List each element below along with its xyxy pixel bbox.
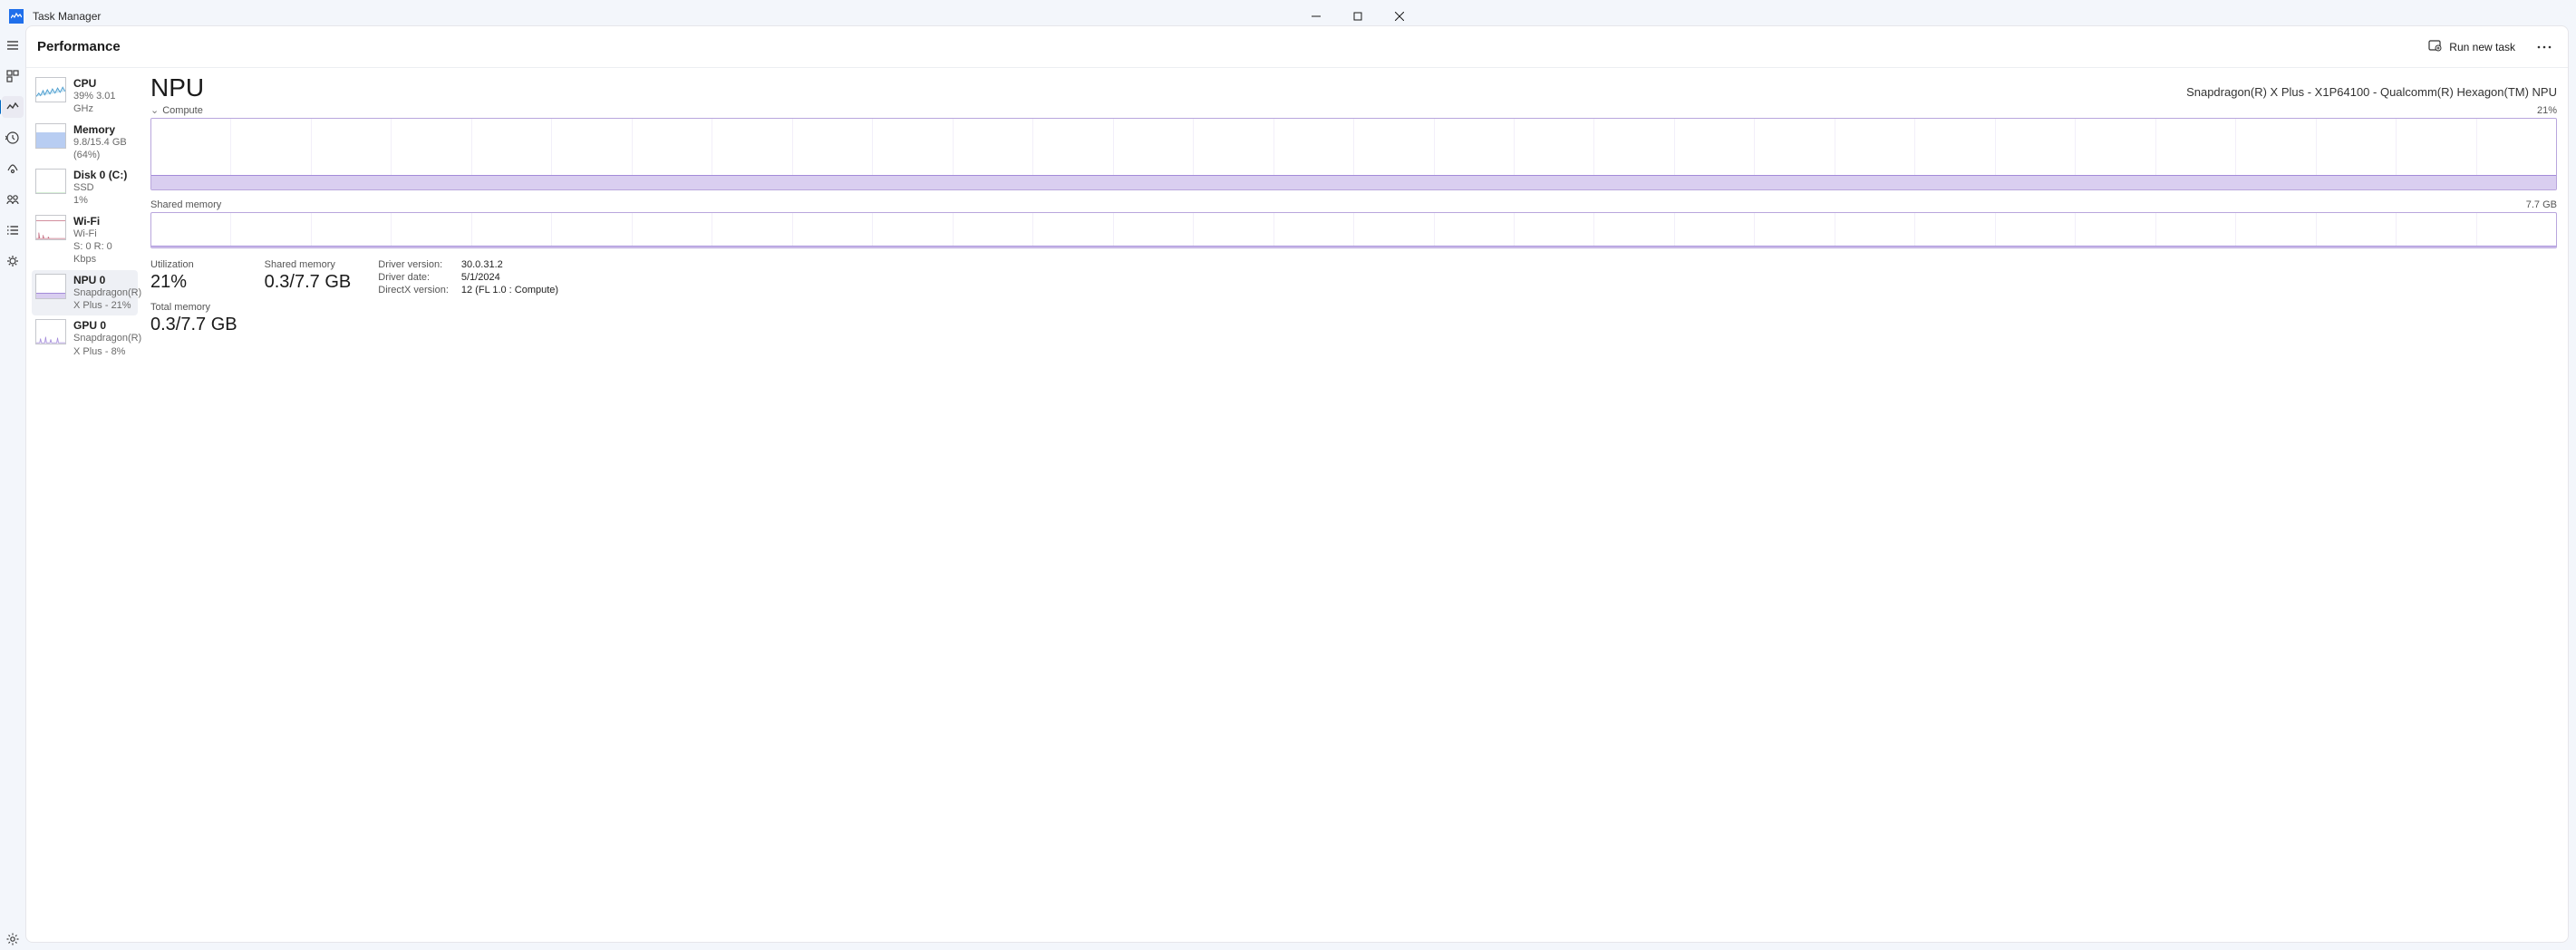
shared-memory-chart[interactable] <box>150 212 2557 248</box>
page-title: Performance <box>37 39 121 54</box>
sidebar-item-disk0[interactable]: Disk 0 (C:) SSD 1% <box>32 165 138 211</box>
stats-row: Utilization 21% Total memory 0.3/7.7 GB … <box>150 259 2557 335</box>
driver-info-table: Driver version: 30.0.31.2 Driver date: 5… <box>378 259 558 296</box>
services-icon[interactable] <box>2 250 24 272</box>
run-task-icon <box>2427 38 2442 55</box>
sidebar-item-line3: S: 0 R: 0 Kbps <box>73 240 134 267</box>
performance-icon[interactable] <box>2 96 24 118</box>
sidebar-item-cpu[interactable]: CPU 39% 3.01 GHz <box>32 73 138 120</box>
compute-label: Compute <box>162 105 203 116</box>
sidebar-item-line2: 9.8/15.4 GB (64%) <box>73 136 134 162</box>
sidebar-item-line2: Snapdragon(R) X Plus - 21% <box>73 286 141 313</box>
sidebar-item-title: Wi-Fi <box>73 215 134 228</box>
run-new-task-button[interactable]: Run new task <box>2420 34 2523 59</box>
sidebar-item-line2: Wi-Fi <box>73 228 134 240</box>
stat-total-memory: Total memory 0.3/7.7 GB <box>150 302 237 335</box>
cpu-thumb <box>35 77 66 102</box>
sidebar-item-title: Disk 0 (C:) <box>73 169 127 181</box>
detail-header: NPU Snapdragon(R) X Plus - X1P64100 - Qu… <box>150 73 2557 102</box>
chevron-down-icon[interactable]: ⌄ <box>150 104 159 116</box>
wifi-thumb <box>35 215 66 240</box>
sidebar-item-wifi[interactable]: Wi-Fi Wi-Fi S: 0 R: 0 Kbps <box>32 211 138 270</box>
detail-pane: NPU Snapdragon(R) X Plus - X1P64100 - Qu… <box>141 68 2568 942</box>
sidebar-item-line2: SSD <box>73 181 127 194</box>
body: CPU 39% 3.01 GHz Memory 9.8/15.4 GB (64%… <box>26 68 2568 942</box>
kv-key: Driver version: <box>378 259 449 270</box>
gpu-thumb <box>35 319 66 344</box>
sidebar-item-title: GPU 0 <box>73 319 141 332</box>
kv-key: Driver date: <box>378 272 449 283</box>
users-icon[interactable] <box>2 189 24 210</box>
details-icon[interactable] <box>2 219 24 241</box>
disk-thumb <box>35 169 66 194</box>
app-history-icon[interactable] <box>2 127 24 149</box>
sidebar-labels: NPU 0 Snapdragon(R) X Plus - 21% <box>73 274 141 313</box>
nav-rail <box>0 33 25 950</box>
total-memory-value: 0.3/7.7 GB <box>150 315 237 335</box>
sidebar-labels: GPU 0 Snapdragon(R) X Plus - 8% <box>73 319 141 358</box>
sidebar-item-npu0[interactable]: NPU 0 Snapdragon(R) X Plus - 21% <box>32 270 138 316</box>
detail-title: NPU <box>150 73 204 102</box>
hamburger-icon[interactable] <box>2 34 24 56</box>
kv-val: 5/1/2024 <box>461 272 558 283</box>
card-header: Performance Run new task <box>26 26 2568 68</box>
compute-chart[interactable] <box>150 118 2557 190</box>
shared-right-value: 7.7 GB <box>2526 199 2557 210</box>
startup-icon[interactable] <box>2 158 24 179</box>
compute-label-row: ⌄ Compute 21% <box>150 104 2557 118</box>
sidebar-labels: CPU 39% 3.01 GHz <box>73 77 134 116</box>
run-task-label: Run new task <box>2449 41 2515 53</box>
compute-chart-block: ⌄ Compute 21% Shared memory 7.7 GB <box>150 104 2557 248</box>
sidebar-item-title: NPU 0 <box>73 274 141 286</box>
shared-area <box>151 246 2556 247</box>
detail-subtitle: Snapdragon(R) X Plus - X1P64100 - Qualco… <box>2186 85 2557 99</box>
utilization-value: 21% <box>150 272 237 293</box>
kv-val: 12 (FL 1.0 : Compute) <box>461 285 558 296</box>
sidebar-item-line3: 1% <box>73 194 127 207</box>
shared-label: Shared memory <box>150 199 221 210</box>
sidebar-item-title: CPU <box>73 77 134 90</box>
sidebar-item-gpu0[interactable]: GPU 0 Snapdragon(R) X Plus - 8% <box>32 315 138 362</box>
more-button[interactable] <box>2533 36 2555 58</box>
stat-utilization: Utilization 21% <box>150 259 237 293</box>
memory-thumb <box>35 123 66 149</box>
kv-key: DirectX version: <box>378 285 449 296</box>
shared-memory-label: Shared memory <box>265 259 352 272</box>
total-memory-label: Total memory <box>150 302 237 315</box>
npu-thumb <box>35 274 66 299</box>
performance-sidebar: CPU 39% 3.01 GHz Memory 9.8/15.4 GB (64%… <box>26 68 141 942</box>
shared-label-row: Shared memory 7.7 GB <box>150 199 2557 212</box>
compute-right-value: 21% <box>2537 105 2557 116</box>
app-icon <box>9 9 24 24</box>
compute-area <box>151 175 2556 189</box>
settings-icon[interactable] <box>2 928 24 950</box>
sidebar-item-line2: 39% 3.01 GHz <box>73 90 134 116</box>
sidebar-item-memory[interactable]: Memory 9.8/15.4 GB (64%) <box>32 120 138 166</box>
sidebar-labels: Memory 9.8/15.4 GB (64%) <box>73 123 134 162</box>
processes-icon[interactable] <box>2 65 24 87</box>
sidebar-labels: Wi-Fi Wi-Fi S: 0 R: 0 Kbps <box>73 215 134 267</box>
kv-val: 30.0.31.2 <box>461 259 558 270</box>
utilization-label: Utilization <box>150 259 237 272</box>
window-title: Task Manager <box>33 10 101 23</box>
stat-shared-memory: Shared memory 0.3/7.7 GB <box>265 259 352 293</box>
sidebar-item-line2: Snapdragon(R) X Plus - 8% <box>73 332 141 358</box>
sidebar-item-title: Memory <box>73 123 134 136</box>
shared-memory-value: 0.3/7.7 GB <box>265 272 352 293</box>
sidebar-labels: Disk 0 (C:) SSD 1% <box>73 169 127 208</box>
main-card: Performance Run new task CPU 39% 3.01 GH… <box>25 25 2569 943</box>
